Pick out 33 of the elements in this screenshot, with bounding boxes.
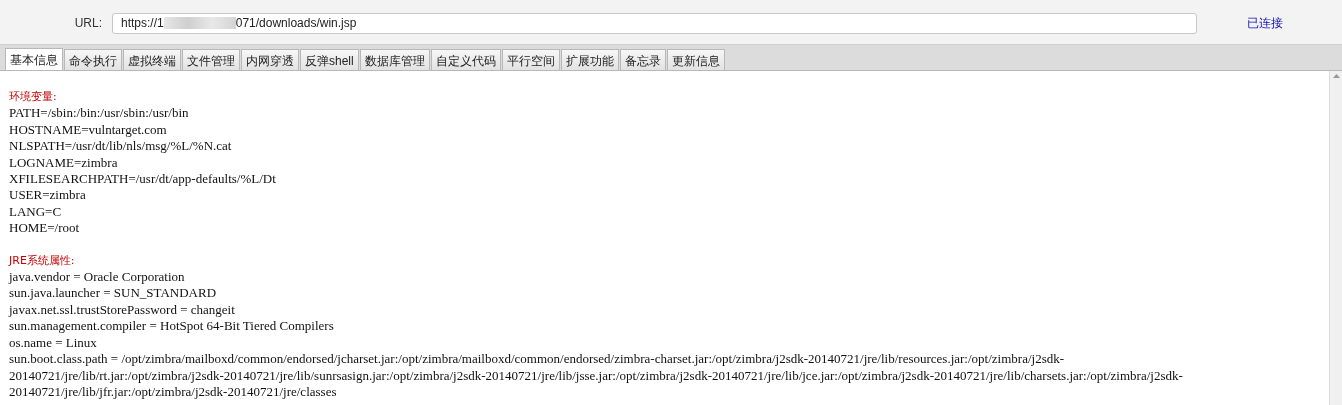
tab[interactable]: 命令执行 — [64, 49, 122, 70]
info-line: HOME=/root — [9, 220, 81, 237]
info-line: javax.net.ssl.trustStorePassword = changeit — [9, 301, 236, 319]
tab[interactable]: 文件管理 — [182, 49, 240, 70]
info-line: LOGNAME=zimbra — [9, 154, 119, 172]
tab[interactable]: 平行空间 — [501, 49, 560, 70]
info-line: java.vendor = Oracle Corporation — [9, 269, 186, 286]
info-line: USER=zimbra — [9, 187, 87, 204]
scroll-up-icon[interactable] — [1332, 74, 1340, 78]
tab[interactable]: 基本信息 — [5, 48, 63, 70]
tab[interactable]: 数据库管理 — [359, 49, 430, 70]
tab[interactable]: 扩展功能 — [560, 49, 619, 70]
url-label: URL: — [73, 16, 103, 30]
info-line: HOSTNAME=vulntarget.com — [9, 121, 168, 139]
tab[interactable]: 内网穿透 — [241, 49, 299, 70]
info-line: NLSPATH=/usr/dt/lib/nls/msg/%L/%N.cat — [9, 138, 233, 155]
info-line: PATH=/sbin:/bin:/usr/sbin:/usr/bin — [9, 105, 190, 122]
info-line: os.name = Linux — [9, 334, 98, 352]
tab[interactable]: 更新信息 — [666, 49, 725, 70]
scrollbar[interactable] — [1329, 71, 1342, 405]
info-line: XFILESEARCHPATH=/usr/dt/app-defaults/%L/Dt — [9, 171, 277, 188]
connection-status: 已连接 — [1247, 14, 1283, 32]
section-heading: JRE系统属性: — [9, 252, 76, 269]
tab[interactable]: 备忘录 — [619, 49, 666, 70]
tab[interactable]: 自定义代码 — [430, 49, 501, 70]
url-field[interactable]: https://1 071/downloads/win.jsp — [112, 12, 1197, 34]
tab[interactable]: 反弹shell — [300, 49, 359, 70]
info-line: sun.java.launcher = SUN_STANDARD — [9, 285, 218, 302]
section-heading: 环境变量: — [9, 89, 58, 105]
info-line: LANG=C — [9, 203, 63, 221]
info-line: sun.boot.class.path = /opt/zimbra/mailboxd/common/endorsed/jcharset.jar:/opt/zimbra/mailboxd/common/endorsed/zimbra-charset.jar:/opt/zimbra/j2sdk-20140721/jre/lib/resources.jar:/opt/zimbra/j2sdk-20140721/jre/lib/rt.jar:/opt/zimbra/j2sdk-20140721/jre/lib/sunrsasign.jar:/opt/zimbra/j2sdk-20140721/jre/lib/jsse.jar:/opt/zimbra/j2sdk-20140721/jre/lib/jce.jar:/opt/zimbra/j2sdk-20140721/jre/lib/charsets.jar:/opt/zimbra/j2sdk-20140721/jre/lib/jfr.jar:/opt/zimbra/j2sdk-20140721/jre/classes — [9, 351, 1184, 401]
info-line: sun.management.compiler = HotSpot 64-Bit Tiered Compilers — [9, 318, 335, 335]
tab[interactable]: 虚拟终端 — [123, 49, 181, 70]
